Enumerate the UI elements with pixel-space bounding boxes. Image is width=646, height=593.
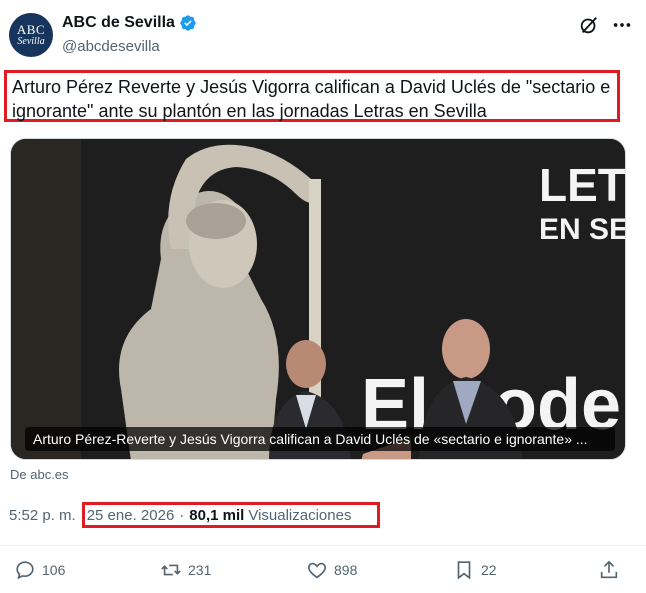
views-label: Visualizaciones bbox=[248, 506, 352, 524]
like-button[interactable]: 898 bbox=[306, 556, 357, 584]
avatar[interactable]: ABC Sevilla bbox=[9, 13, 53, 57]
media-caption: Arturo Pérez-Reverte y Jesús Vigorra cal… bbox=[25, 427, 615, 451]
author-name-text: ABC de Sevilla bbox=[62, 14, 175, 31]
repost-count: 231 bbox=[188, 562, 212, 578]
share-button[interactable] bbox=[598, 556, 620, 584]
reply-icon bbox=[16, 561, 34, 580]
meta-highlight-box: 25 ene. 2026 · 80,1 mil Visualizaciones bbox=[81, 502, 380, 528]
bookmark-icon bbox=[457, 561, 471, 580]
banner-text-en-sevilla: EN SE bbox=[539, 213, 626, 246]
views-count: 80,1 mil bbox=[189, 506, 245, 524]
media-photo: LET EN SE El poder d bbox=[11, 139, 626, 459]
banner-text-letras: LET bbox=[539, 159, 626, 211]
avatar-text-abc: ABC bbox=[16, 22, 46, 37]
author-handle[interactable]: @abcdesevilla bbox=[62, 38, 160, 55]
repost-button[interactable]: 231 bbox=[160, 556, 211, 584]
share-icon bbox=[600, 560, 618, 579]
meta-separator: · bbox=[179, 506, 185, 524]
bookmark-count: 22 bbox=[481, 562, 497, 578]
post-date[interactable]: 25 ene. 2026 bbox=[87, 507, 175, 524]
bookmark-button[interactable]: 22 bbox=[453, 556, 497, 584]
reply-button[interactable]: 106 bbox=[14, 556, 65, 584]
author-name[interactable]: ABC de Sevilla bbox=[62, 14, 197, 32]
verified-badge-icon bbox=[180, 15, 196, 31]
divider bbox=[0, 545, 646, 546]
like-count: 898 bbox=[334, 562, 358, 578]
link-source[interactable]: De abc.es bbox=[10, 467, 69, 482]
action-bar: 106 231 898 22 bbox=[0, 556, 646, 584]
repost-icon bbox=[161, 564, 181, 576]
tweet-card[interactable]: ABC Sevilla ABC de Sevilla @abcdesevilla… bbox=[0, 0, 646, 593]
avatar-text-sevilla: Sevilla bbox=[17, 36, 45, 47]
more-icon[interactable] bbox=[610, 14, 634, 36]
grok-icon[interactable] bbox=[578, 14, 600, 36]
like-icon bbox=[308, 562, 326, 579]
reply-count: 106 bbox=[42, 562, 66, 578]
media-card[interactable]: LET EN SE El poder d Arturo Pérez-Revert… bbox=[10, 138, 626, 460]
tweet-meta: 5:52 p. m. 25 ene. 2026 · 80,1 mil Visua… bbox=[9, 502, 380, 528]
post-time[interactable]: 5:52 p. m. bbox=[9, 507, 76, 524]
tweet-text: Arturo Pérez Reverte y Jesús Vigorra cal… bbox=[4, 70, 620, 122]
